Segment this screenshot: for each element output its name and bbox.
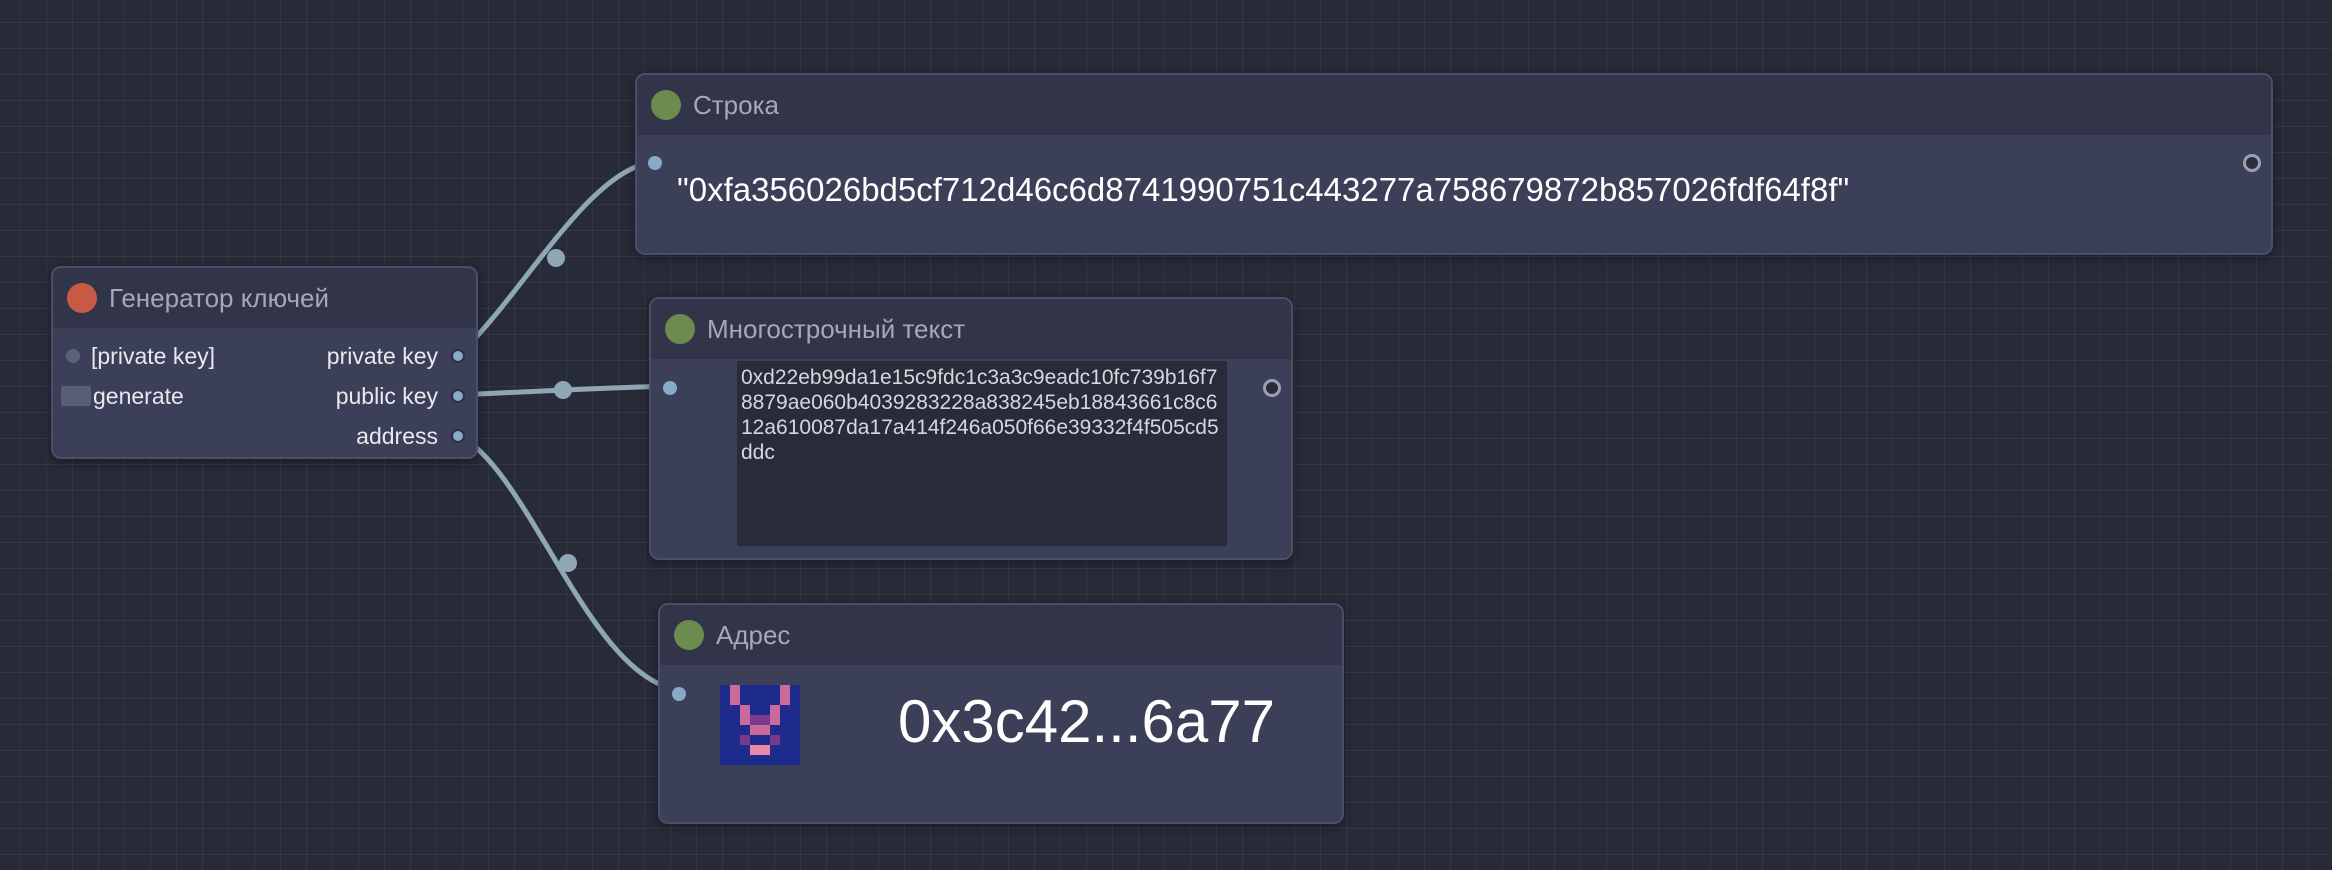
node-header[interactable]: Адрес <box>660 605 1342 665</box>
string-value[interactable]: "0xfa356026bd5cf712d46c6d8741990751c4432… <box>677 171 1849 209</box>
wire-reroute-dot[interactable] <box>559 554 577 572</box>
key-generator-node[interactable]: Генератор ключей [private key] generate … <box>51 266 478 459</box>
input-label-private-key: [private key] <box>91 343 215 369</box>
wire-address-to-address-node[interactable] <box>456 432 681 693</box>
node-header[interactable]: Строка <box>637 75 2271 135</box>
multiline-text-area[interactable]: 0xd22eb99da1e15c9fdc1c3a3c9eadc10fc739b1… <box>737 361 1227 546</box>
multiline-text-node[interactable]: Многострочный текст 0xd22eb99da1e15c9fdc… <box>649 297 1293 560</box>
output-slot[interactable] <box>2243 154 2261 172</box>
input-slot-private-key[interactable] <box>66 349 80 363</box>
address-node[interactable]: Адрес 0x3c42...6a77 <box>658 603 1344 824</box>
identicon-avatar-icon <box>720 685 800 765</box>
input-slot[interactable] <box>672 687 686 701</box>
output-slot-private-key[interactable] <box>451 349 465 363</box>
node-title: Адрес <box>716 619 791 650</box>
status-dot-icon <box>674 620 704 650</box>
status-dot-icon <box>665 314 695 344</box>
output-slot[interactable] <box>1263 379 1281 397</box>
output-label-address: address <box>356 423 438 449</box>
wire-reroute-dot[interactable] <box>554 381 572 399</box>
wire-reroute-dot[interactable] <box>547 249 565 267</box>
status-dot-icon <box>67 283 97 313</box>
address-value[interactable]: 0x3c42...6a77 <box>898 687 1275 756</box>
node-header[interactable]: Генератор ключей <box>53 268 476 328</box>
generate-label[interactable]: generate <box>93 383 184 410</box>
input-slot[interactable] <box>663 381 677 395</box>
output-label-private-key: private key <box>326 343 438 369</box>
node-title: Генератор ключей <box>109 282 330 313</box>
output-slot-address[interactable] <box>451 429 465 443</box>
string-node[interactable]: Строка "0xfa356026bd5cf712d46c6d87419907… <box>635 73 2273 255</box>
output-label-public-key: public key <box>335 383 438 409</box>
status-dot-icon <box>651 90 681 120</box>
node-title: Строка <box>693 89 780 120</box>
wire-public-key-to-multiline[interactable] <box>457 383 671 398</box>
input-slot[interactable] <box>648 156 662 170</box>
wire-private-key-to-string[interactable] <box>456 159 657 357</box>
output-slot-public-key[interactable] <box>451 389 465 403</box>
node-title: Многострочный текст <box>707 313 966 344</box>
generate-button[interactable] <box>61 386 91 406</box>
node-header[interactable]: Многострочный текст <box>651 299 1291 359</box>
